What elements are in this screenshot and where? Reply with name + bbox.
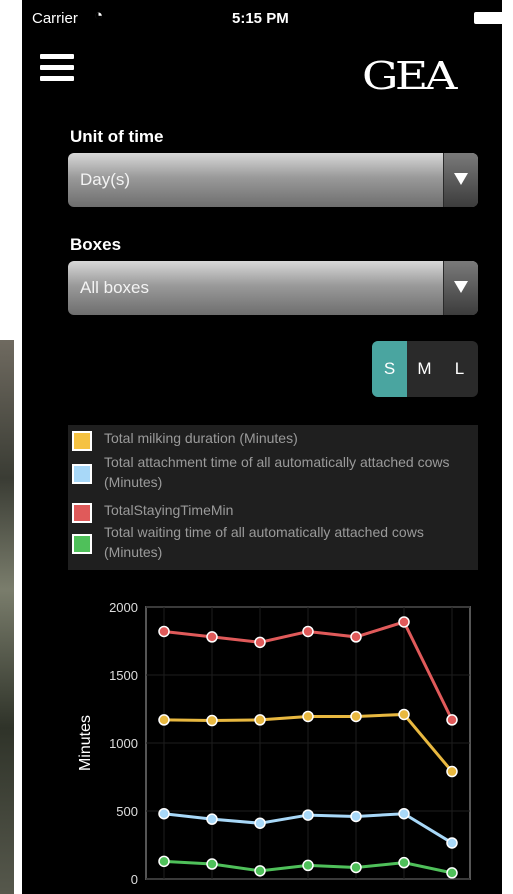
background-photo-strip <box>0 340 14 894</box>
legend-label: Total waiting time of all automatically … <box>104 524 424 560</box>
data-point <box>206 813 218 825</box>
y-tick-label: 1000 <box>109 736 138 751</box>
data-point <box>302 710 314 723</box>
data-point <box>158 625 170 638</box>
dropdown-arrow-icon[interactable] <box>443 261 478 315</box>
data-point <box>398 856 410 869</box>
data-point <box>446 765 458 778</box>
boxes-value: All boxes <box>80 278 149 297</box>
size-m-button[interactable]: M <box>407 341 442 397</box>
data-point <box>398 708 410 721</box>
y-tick-label: 2000 <box>109 600 138 615</box>
data-point <box>158 807 170 820</box>
data-point <box>254 714 266 726</box>
hamburger-menu-icon[interactable] <box>40 54 74 84</box>
data-point <box>446 867 458 879</box>
battery-icon <box>474 12 502 24</box>
gea-logo: GEA <box>362 54 457 98</box>
data-point <box>350 861 362 874</box>
chart-size-toggle: S M L <box>372 341 478 397</box>
chart-legend: Total milking duration (Minutes) Total a… <box>68 425 478 570</box>
data-point <box>350 710 362 723</box>
legend-swatch <box>72 431 92 451</box>
phone-screen: Carrier ◔ 5:15 PM GEA Unit of time Day(s… <box>22 0 502 894</box>
data-point <box>398 807 410 820</box>
data-point <box>446 714 458 726</box>
data-point <box>206 858 218 870</box>
legend-swatch <box>72 534 92 554</box>
boxes-label: Boxes <box>70 235 122 254</box>
status-bar: Carrier ◔ 5:15 PM <box>22 0 502 36</box>
data-point <box>206 631 218 643</box>
size-s-button[interactable]: S <box>372 341 407 397</box>
carrier-label: Carrier <box>32 10 78 27</box>
nav-bar: GEA <box>22 36 502 120</box>
data-point <box>206 714 218 727</box>
legend-label: TotalStayingTimeMin <box>104 502 234 518</box>
y-tick-label: 500 <box>116 804 138 819</box>
data-point <box>446 837 458 849</box>
data-point <box>302 859 314 872</box>
minutes-line-chart: 0 500 1000 1500 2000 Minutes <box>77 600 471 887</box>
unit-of-time-value: Day(s) <box>80 170 131 189</box>
data-point <box>254 636 266 649</box>
legend-label: Total milking duration (Minutes) <box>104 430 298 446</box>
data-point <box>302 809 314 821</box>
data-point <box>350 810 362 823</box>
data-point <box>254 865 266 877</box>
data-point <box>302 625 314 638</box>
legend-label: Total attachment time of all automatical… <box>104 454 450 490</box>
size-l-button[interactable]: L <box>442 341 477 397</box>
dropdown-arrow-icon[interactable] <box>443 153 478 207</box>
clock: 5:15 PM <box>232 10 289 27</box>
data-point <box>158 855 170 868</box>
wifi-icon: ◔ <box>94 7 104 24</box>
legend-swatch <box>72 464 92 484</box>
unit-of-time-dropdown[interactable]: Day(s) <box>68 153 478 207</box>
data-point <box>254 817 266 829</box>
data-point <box>158 714 170 726</box>
boxes-dropdown[interactable]: All boxes <box>68 261 478 315</box>
data-point <box>398 616 410 628</box>
y-axis-label: Minutes <box>77 715 94 771</box>
y-tick-label: 1500 <box>109 668 138 683</box>
legend-swatch <box>72 503 92 523</box>
data-point <box>350 631 362 643</box>
y-tick-label: 0 <box>131 872 138 887</box>
unit-of-time-label: Unit of time <box>70 127 164 146</box>
